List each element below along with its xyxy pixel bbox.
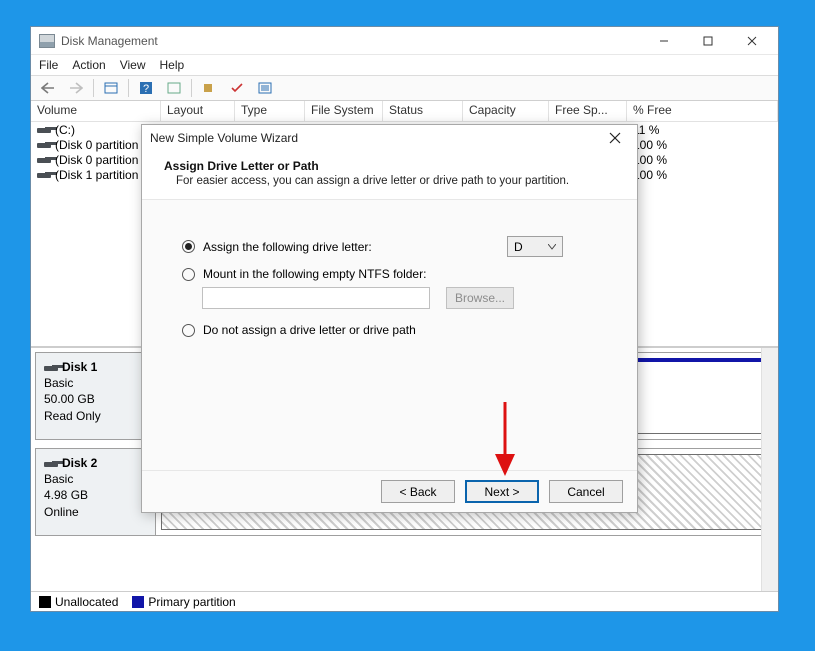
drive-letter-select[interactable]: D bbox=[507, 236, 563, 257]
grid-header: Volume Layout Type File System Status Ca… bbox=[31, 101, 778, 122]
back-icon[interactable] bbox=[37, 78, 59, 98]
check-icon[interactable] bbox=[226, 78, 248, 98]
maximize-button[interactable] bbox=[686, 27, 730, 55]
toolbar: ? bbox=[31, 76, 778, 101]
svg-text:?: ? bbox=[143, 83, 149, 95]
menu-view[interactable]: View bbox=[120, 58, 146, 72]
menubar: File Action View Help bbox=[31, 55, 778, 76]
label-mount-folder: Mount in the following empty NTFS folder… bbox=[203, 267, 426, 281]
menu-file[interactable]: File bbox=[39, 58, 58, 72]
cancel-button[interactable]: Cancel bbox=[549, 480, 623, 503]
dialog-heading: Assign Drive Letter or Path bbox=[164, 159, 615, 173]
label-no-assign: Do not assign a drive letter or drive pa… bbox=[203, 323, 416, 337]
wizard-dialog: New Simple Volume Wizard Assign Drive Le… bbox=[141, 124, 638, 513]
browse-button[interactable]: Browse... bbox=[446, 287, 514, 309]
disk2-info: Disk 2 Basic 4.98 GB Online bbox=[36, 449, 156, 535]
folder-path-input[interactable] bbox=[202, 287, 430, 309]
col-fs[interactable]: File System bbox=[305, 101, 383, 121]
chevron-down-icon bbox=[548, 244, 556, 250]
radio-no-assign[interactable] bbox=[182, 324, 195, 337]
col-volume[interactable]: Volume bbox=[31, 101, 161, 121]
label-assign-letter: Assign the following drive letter: bbox=[203, 240, 372, 254]
window-title: Disk Management bbox=[61, 34, 642, 48]
menu-help[interactable]: Help bbox=[160, 58, 185, 72]
col-pctfree[interactable]: % Free bbox=[627, 101, 778, 121]
refresh-icon[interactable] bbox=[163, 78, 185, 98]
titlebar: Disk Management bbox=[31, 27, 778, 55]
minimize-button[interactable] bbox=[642, 27, 686, 55]
forward-icon[interactable] bbox=[65, 78, 87, 98]
radio-assign-letter[interactable] bbox=[182, 240, 195, 253]
radio-mount-folder[interactable] bbox=[182, 268, 195, 281]
app-icon bbox=[39, 34, 55, 48]
dialog-close-button[interactable] bbox=[601, 126, 629, 150]
col-free[interactable]: Free Sp... bbox=[549, 101, 627, 121]
list-icon[interactable] bbox=[254, 78, 276, 98]
view-icon[interactable] bbox=[100, 78, 122, 98]
help-icon[interactable]: ? bbox=[135, 78, 157, 98]
back-button[interactable]: < Back bbox=[381, 480, 455, 503]
col-type[interactable]: Type bbox=[235, 101, 305, 121]
close-button[interactable] bbox=[730, 27, 774, 55]
col-capacity[interactable]: Capacity bbox=[463, 101, 549, 121]
properties-icon[interactable] bbox=[198, 78, 220, 98]
col-layout[interactable]: Layout bbox=[161, 101, 235, 121]
dialog-title: New Simple Volume Wizard bbox=[150, 131, 601, 145]
scrollbar[interactable] bbox=[761, 348, 778, 591]
dialog-subheading: For easier access, you can assign a driv… bbox=[164, 175, 615, 187]
col-status[interactable]: Status bbox=[383, 101, 463, 121]
next-button[interactable]: Next > bbox=[465, 480, 539, 503]
legend: Unallocated Primary partition bbox=[31, 591, 778, 611]
disk1-info: Disk 1 Basic 50.00 GB Read Only bbox=[36, 353, 156, 439]
disk1-vol-end[interactable] bbox=[636, 358, 768, 434]
menu-action[interactable]: Action bbox=[72, 58, 105, 72]
